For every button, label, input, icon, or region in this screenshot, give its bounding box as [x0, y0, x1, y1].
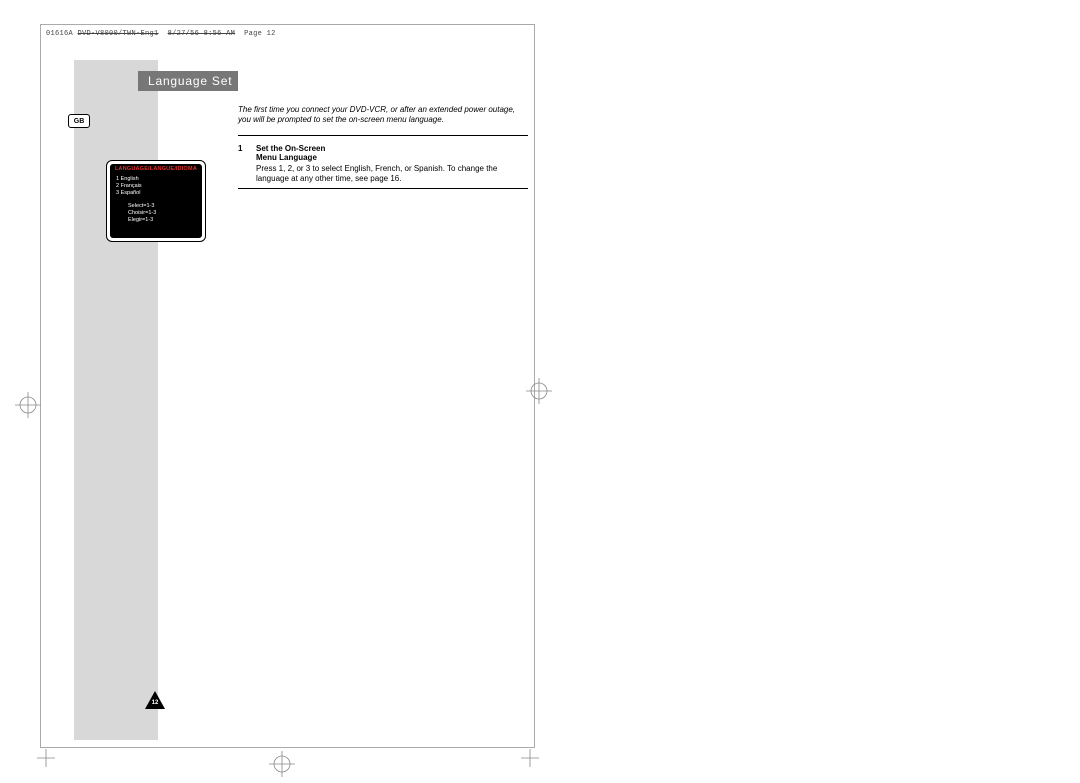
- page-title-text: Language Set: [148, 74, 232, 88]
- osd-screen-panel: LANGUAGE/LANGUE/IDIOMA 1 English 2 Franç…: [106, 160, 206, 242]
- file-timestamp: 8/27/56 8:56 AM: [168, 30, 236, 38]
- osd-hint: Choisir=1-3: [128, 210, 198, 217]
- osd-option: 2 Français: [116, 183, 198, 190]
- step-number: 1: [238, 144, 248, 153]
- osd-hints: Select=1-3 Choisir=1-3 Elegir=1-3: [128, 203, 198, 224]
- divider: [238, 135, 528, 136]
- crop-mark-icon: [521, 749, 539, 767]
- header-metadata: 01616A DVD-V8000/TWN-Eng1 8/27/56 8:56 A…: [46, 30, 276, 38]
- crop-mark-icon: [37, 749, 55, 767]
- osd-screen-inner: LANGUAGE/LANGUE/IDIOMA 1 English 2 Franç…: [110, 164, 202, 238]
- osd-option: 3 Español: [116, 190, 198, 197]
- registration-mark-icon: [269, 751, 295, 777]
- intro-text: The first time you connect your DVD-VCR,…: [238, 105, 528, 125]
- region-badge-text: GB: [74, 118, 85, 125]
- registration-mark-icon: [15, 392, 41, 418]
- region-badge: GB: [68, 114, 90, 128]
- file-name: DVD-V8000/TWN-Eng1: [78, 30, 159, 38]
- step-text: Press 1, 2, or 3 to select English, Fren…: [256, 164, 528, 184]
- osd-option: 1 English: [116, 176, 198, 183]
- step-body: Set the On-Screen Menu Language Press 1,…: [256, 144, 528, 184]
- step-title-line2: Menu Language: [256, 153, 317, 162]
- osd-hint: Select=1-3: [128, 203, 198, 210]
- content-column: The first time you connect your DVD-VCR,…: [238, 105, 528, 191]
- osd-title: LANGUAGE/LANGUE/IDIOMA: [114, 166, 198, 173]
- step-row: 1 Set the On-Screen Menu Language Press …: [238, 138, 528, 184]
- page-number: 12: [145, 700, 165, 706]
- page-title: Language Set: [138, 71, 238, 91]
- file-code: 01616A: [46, 30, 73, 38]
- page-frame: 01616A DVD-V8000/TWN-Eng1 8/27/56 8:56 A…: [40, 24, 535, 748]
- osd-hint: Elegir=1-3: [128, 217, 198, 224]
- page-label: Page 12: [244, 30, 276, 38]
- step-title-line1: Set the On-Screen: [256, 144, 325, 153]
- step-title: Set the On-Screen Menu Language: [256, 144, 528, 162]
- osd-options: 1 English 2 Français 3 Español: [116, 176, 198, 197]
- divider: [238, 188, 528, 189]
